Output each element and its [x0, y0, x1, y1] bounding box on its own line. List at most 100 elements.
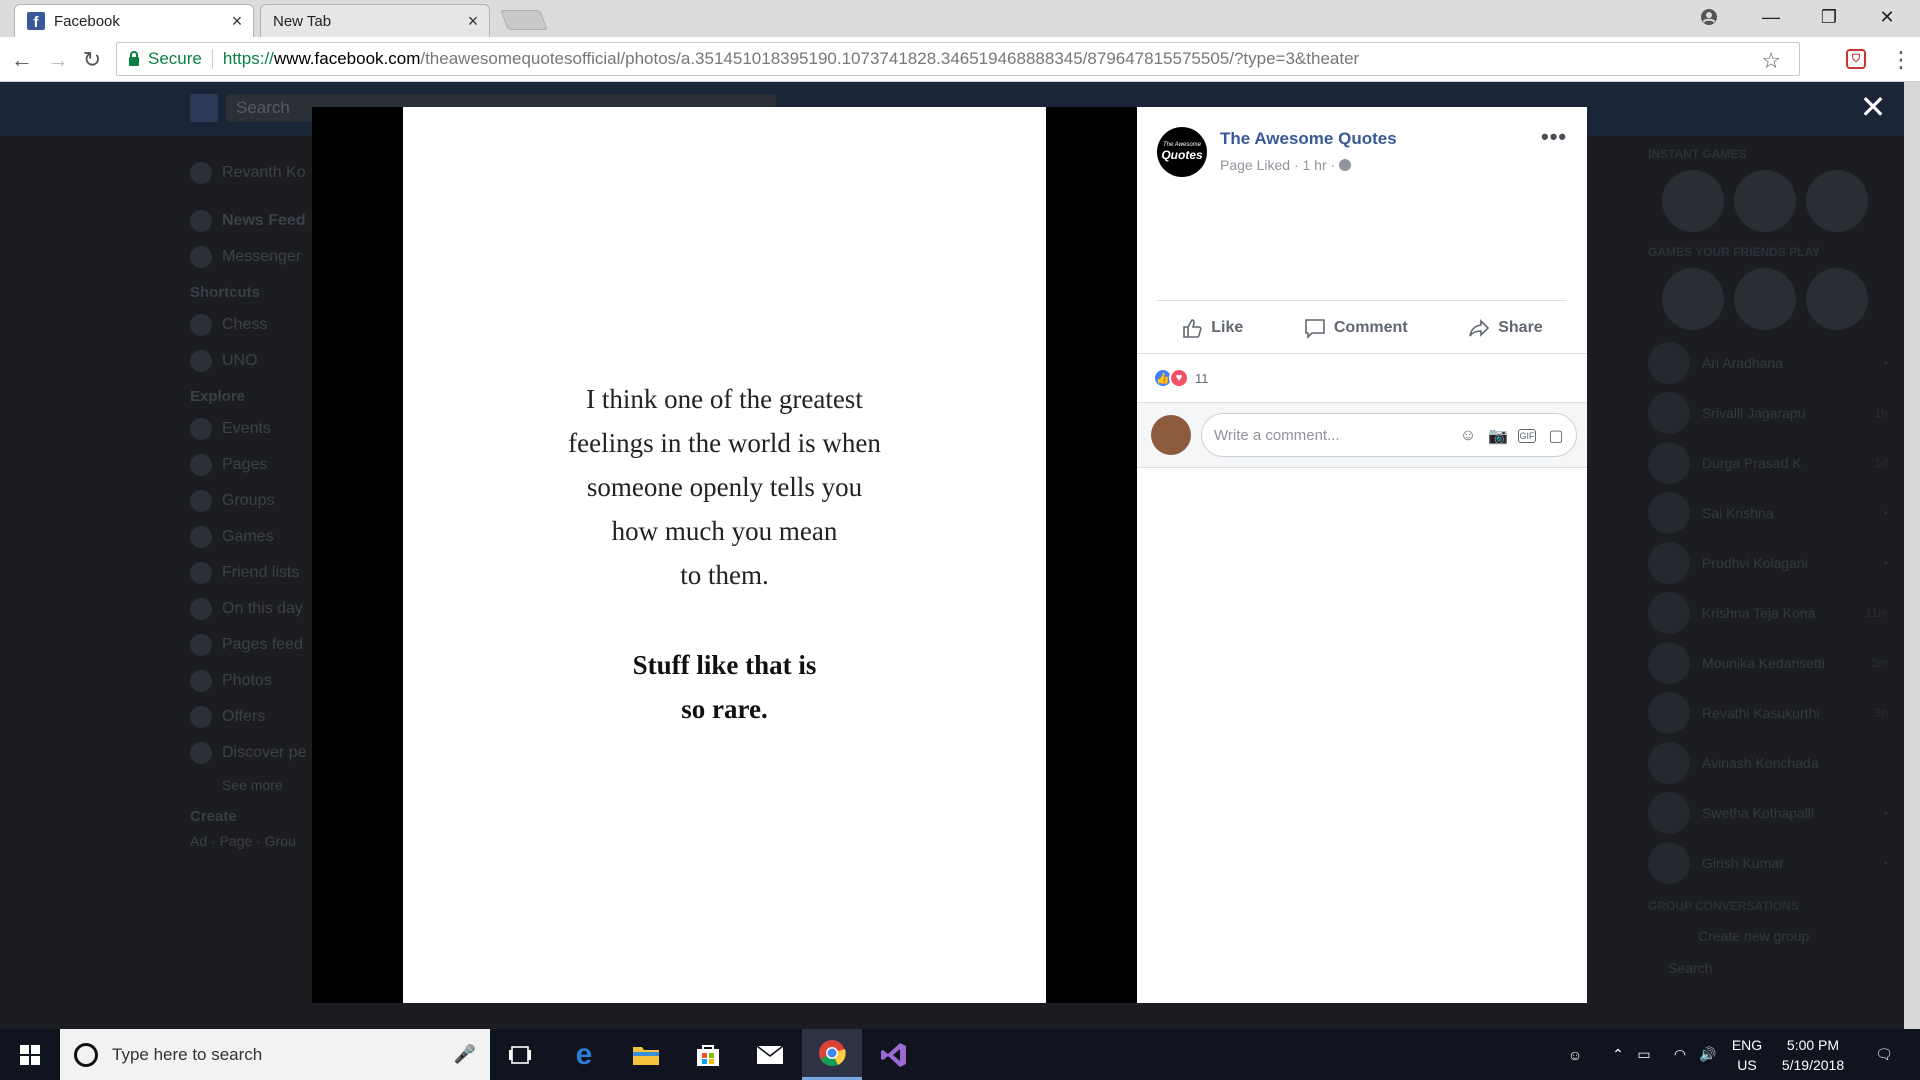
emoji-icon[interactable]: ☺ — [1458, 426, 1478, 446]
avatar — [1648, 342, 1690, 384]
contact-item[interactable]: Swetha Kothapalli • — [1648, 788, 1888, 838]
contact-item[interactable]: Revathi Kasukurthi 3h — [1648, 688, 1888, 738]
avatar — [190, 162, 212, 184]
comment-button[interactable]: Comment — [1304, 317, 1408, 339]
microphone-icon[interactable]: 🎤 — [450, 1044, 480, 1065]
chrome-taskbar-icon[interactable] — [802, 1029, 862, 1080]
input-language[interactable]: ENG US — [1730, 1035, 1764, 1075]
visual-studio-icon[interactable] — [864, 1029, 924, 1080]
game-avatar[interactable] — [1662, 268, 1724, 330]
contact-item[interactable]: Prudhvi Kolagani • — [1648, 538, 1888, 588]
left-nav-item[interactable]: Offers — [190, 699, 320, 735]
left-nav-user[interactable]: Revanth Ko — [190, 155, 320, 191]
bookmark-star-icon[interactable]: ☆ — [1761, 48, 1781, 74]
game-avatar[interactable] — [1662, 170, 1724, 232]
like-button[interactable]: Like — [1181, 317, 1243, 339]
forward-icon[interactable]: → — [44, 46, 72, 74]
start-button[interactable] — [0, 1029, 60, 1080]
battery-icon[interactable]: ▭ — [1632, 1029, 1656, 1080]
mail-icon[interactable] — [740, 1029, 800, 1080]
chess-icon — [190, 314, 212, 336]
left-nav-item[interactable]: Pages — [190, 447, 320, 483]
extension-icon[interactable]: ⛉ — [1846, 49, 1866, 69]
create-links[interactable]: Ad · Page · Grou — [190, 831, 320, 851]
left-nav-item[interactable]: Discover pe — [190, 735, 320, 771]
new-tab-button[interactable] — [500, 10, 548, 30]
left-nav-item[interactable]: On this day — [190, 591, 320, 627]
left-nav-item[interactable]: Messenger — [190, 239, 320, 275]
sticker-icon[interactable]: ▢ — [1546, 426, 1566, 446]
close-window-icon[interactable]: ✕ — [1858, 0, 1916, 34]
file-explorer-icon[interactable] — [616, 1029, 676, 1080]
edge-icon[interactable]: e — [554, 1029, 614, 1080]
tab-facebook[interactable]: f Facebook × — [14, 4, 254, 37]
reload-icon[interactable]: ↻ — [78, 46, 106, 74]
page-name-link[interactable]: The Awesome Quotes — [1220, 129, 1397, 149]
profile-icon[interactable] — [1680, 0, 1738, 34]
left-nav-item[interactable]: Events — [190, 411, 320, 447]
more-options-icon[interactable]: ••• — [1541, 124, 1567, 150]
tab-title: Facebook — [54, 12, 120, 30]
address-bar[interactable]: Secure https://www.facebook.com/theaweso… — [116, 42, 1800, 76]
quote-photo[interactable]: I think one of the greatest feelings in … — [403, 107, 1046, 1003]
show-hidden-icons[interactable]: ⌃ — [1606, 1029, 1630, 1080]
close-tab-icon[interactable]: × — [461, 11, 485, 32]
people-icon[interactable]: ☺ — [1560, 1029, 1590, 1080]
close-tab-icon[interactable]: × — [225, 11, 249, 32]
contact-item[interactable]: Girish Kumar • — [1648, 838, 1888, 888]
left-nav-item[interactable]: News Feed — [190, 203, 320, 239]
offers-icon — [190, 706, 212, 728]
wifi-icon[interactable]: ◠ — [1668, 1029, 1692, 1080]
taskbar-search-placeholder: Type here to search — [112, 1044, 263, 1064]
left-nav-item[interactable]: Games — [190, 519, 320, 555]
left-nav-header: Shortcuts — [190, 284, 261, 301]
contact-item[interactable]: Ari Aradhana • — [1648, 338, 1888, 388]
on-this-day-icon — [190, 598, 212, 620]
contact-item[interactable]: Mounika Kedarisetti 3m — [1648, 638, 1888, 688]
restore-icon[interactable]: ❐ — [1800, 0, 1858, 34]
reactions-bar[interactable]: 👍 ♥ 11 — [1137, 354, 1587, 402]
tab-new-tab[interactable]: New Tab × — [260, 4, 490, 37]
camera-icon[interactable]: 📷 — [1488, 426, 1508, 446]
left-nav-item[interactable]: Pages feed — [190, 627, 320, 663]
game-avatar[interactable] — [1806, 170, 1868, 232]
create-group-link[interactable]: Create new group — [1648, 918, 1888, 954]
back-icon[interactable]: ← — [8, 46, 36, 74]
avatar — [1648, 492, 1690, 534]
contact-item[interactable]: Srivalli Jagarapu 1h — [1648, 388, 1888, 438]
contact-item[interactable]: Avinash Konchada — [1648, 738, 1888, 788]
avatar — [1648, 642, 1690, 684]
taskbar-search-box[interactable]: Type here to search 🎤 — [60, 1029, 490, 1080]
left-nav-item[interactable]: Friend lists — [190, 555, 320, 591]
see-more-link[interactable]: See more — [190, 771, 320, 799]
avatar — [1648, 442, 1690, 484]
left-nav-item[interactable]: Photos — [190, 663, 320, 699]
game-avatar[interactable] — [1734, 268, 1796, 330]
news-feed-icon — [190, 210, 212, 232]
discover-icon — [190, 742, 212, 764]
taskbar-clock[interactable]: 5:00 PM 5/19/2018 — [1768, 1035, 1858, 1075]
gif-icon[interactable]: GIF — [1518, 429, 1536, 443]
page-avatar[interactable]: The Awesome Quotes — [1157, 127, 1207, 177]
task-view-icon[interactable] — [490, 1029, 550, 1080]
chrome-menu-icon[interactable]: ⋮ — [1890, 47, 1912, 73]
share-button[interactable]: Share — [1468, 317, 1543, 339]
comment-input[interactable]: Write a comment... ☺ 📷 GIF ▢ — [1201, 413, 1577, 457]
contact-item[interactable]: Sai Krishna • — [1648, 488, 1888, 538]
left-nav-header: Create — [190, 808, 237, 825]
contact-item[interactable]: Durga Prasad K 1d — [1648, 438, 1888, 488]
close-theater-icon[interactable]: ✕ — [1858, 91, 1888, 123]
left-nav-item[interactable]: UNO — [190, 343, 320, 379]
facebook-favicon-icon: f — [27, 12, 45, 30]
contact-item[interactable]: Krishna Teja Kona 11m — [1648, 588, 1888, 638]
page-scrollbar[interactable] — [1904, 82, 1920, 1029]
game-avatar[interactable] — [1806, 268, 1868, 330]
chat-search[interactable]: Search — [1648, 954, 1888, 982]
left-nav-item[interactable]: Chess — [190, 307, 320, 343]
minimize-icon[interactable]: — — [1742, 0, 1800, 34]
game-avatar[interactable] — [1734, 170, 1796, 232]
notifications-icon[interactable]: 🗨 — [1864, 1029, 1904, 1080]
store-icon[interactable] — [678, 1029, 738, 1080]
left-nav-item[interactable]: Groups — [190, 483, 320, 519]
volume-icon[interactable]: 🔊 — [1696, 1029, 1720, 1080]
